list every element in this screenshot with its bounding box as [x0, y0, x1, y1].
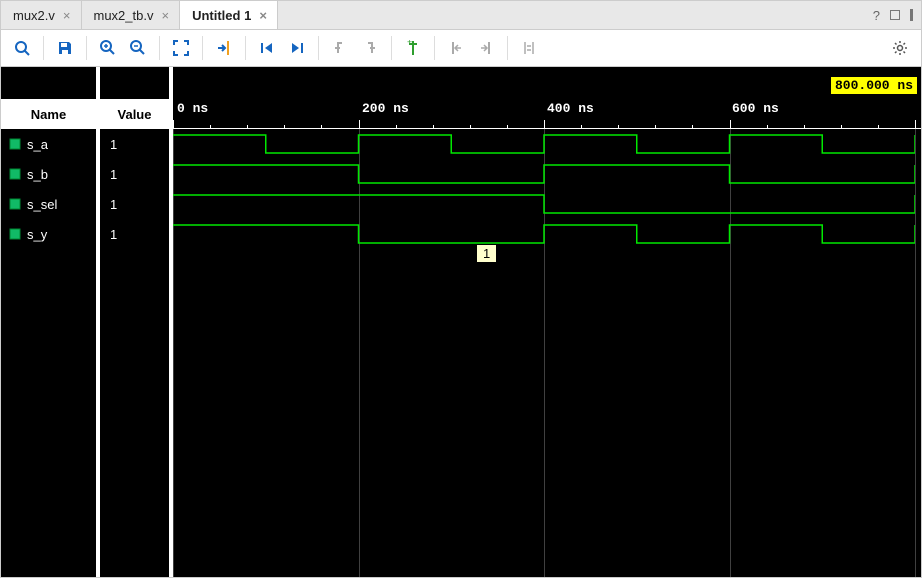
sidebar-toggle-icon[interactable] — [910, 9, 913, 21]
wave-s_a[interactable] — [173, 129, 921, 159]
toolbar: + — [1, 30, 921, 67]
signal-name: s_sel — [27, 197, 57, 212]
zoom-out-button[interactable] — [123, 33, 153, 63]
wave-s_sel[interactable] — [173, 189, 921, 219]
signal-value-s-a: 1 — [100, 129, 169, 159]
cursor-value-tooltip: 1 — [476, 244, 497, 263]
ruler-label: 400 ns — [547, 101, 594, 116]
signal-name: s_y — [27, 227, 47, 242]
ruler-label: 0 ns — [177, 101, 208, 116]
wave-s_y[interactable] — [173, 219, 921, 249]
name-header[interactable]: Name — [1, 99, 96, 129]
tab-label: Untitled 1 — [192, 8, 251, 23]
value-header[interactable]: Value — [100, 99, 169, 129]
tab-mux2[interactable]: mux2.v × — [1, 1, 82, 29]
next-marker-button[interactable] — [471, 33, 501, 63]
tab-mux2-tb[interactable]: mux2_tb.v × — [82, 1, 181, 29]
search-button[interactable] — [7, 33, 37, 63]
tab-label: mux2.v — [13, 8, 55, 23]
prev-edge-button[interactable] — [325, 33, 355, 63]
signal-value-s-b: 1 — [100, 159, 169, 189]
signal-icon — [9, 228, 21, 240]
signal-name: s_b — [27, 167, 48, 182]
tab-untitled-1[interactable]: Untitled 1 × — [180, 1, 278, 29]
waveform-area[interactable]: 800.000 ns 0 ns 200 ns 400 ns 600 ns 1 — [173, 67, 921, 577]
tab-label: mux2_tb.v — [94, 8, 154, 23]
signal-row-s-y[interactable]: s_y — [1, 219, 96, 249]
go-to-cursor-button[interactable] — [209, 33, 239, 63]
zoom-in-button[interactable] — [93, 33, 123, 63]
signal-row-s-a[interactable]: s_a — [1, 129, 96, 159]
close-icon[interactable]: × — [63, 8, 71, 23]
skip-start-button[interactable] — [252, 33, 282, 63]
cursor-time-readout: 800.000 ns — [831, 77, 917, 94]
signal-icon — [9, 168, 21, 180]
signal-value-s-y: 1 — [100, 219, 169, 249]
save-button[interactable] — [50, 33, 80, 63]
maximize-icon[interactable] — [890, 10, 900, 20]
zoom-fit-button[interactable] — [166, 33, 196, 63]
waveform-viewer: Name s_a s_b s_sel s_y Value 1 — [1, 67, 921, 577]
signal-icon — [9, 198, 21, 210]
signal-icon — [9, 138, 21, 150]
tab-right-controls: ? — [873, 1, 921, 29]
svg-text:+: + — [407, 40, 412, 47]
signal-name: s_a — [27, 137, 48, 152]
close-icon[interactable]: × — [161, 8, 169, 23]
signal-value-column: Value 1 1 1 1 — [100, 67, 173, 577]
signal-row-s-b[interactable]: s_b — [1, 159, 96, 189]
ruler-label: 600 ns — [732, 101, 779, 116]
close-icon[interactable]: × — [259, 8, 267, 23]
add-marker-button[interactable]: + — [398, 33, 428, 63]
signal-name-column: Name s_a s_b s_sel s_y — [1, 67, 100, 577]
wave-s_b[interactable] — [173, 159, 921, 189]
time-ruler[interactable]: 0 ns 200 ns 400 ns 600 ns — [173, 99, 921, 129]
skip-end-button[interactable] — [282, 33, 312, 63]
signal-value-s-sel: 1 — [100, 189, 169, 219]
tab-bar: mux2.v × mux2_tb.v × Untitled 1 × ? — [1, 1, 921, 30]
ruler-label: 200 ns — [362, 101, 409, 116]
swap-markers-button[interactable] — [514, 33, 544, 63]
settings-button[interactable] — [885, 33, 915, 63]
next-edge-button[interactable] — [355, 33, 385, 63]
signal-row-s-sel[interactable]: s_sel — [1, 189, 96, 219]
help-icon[interactable]: ? — [873, 8, 880, 23]
prev-marker-button[interactable] — [441, 33, 471, 63]
